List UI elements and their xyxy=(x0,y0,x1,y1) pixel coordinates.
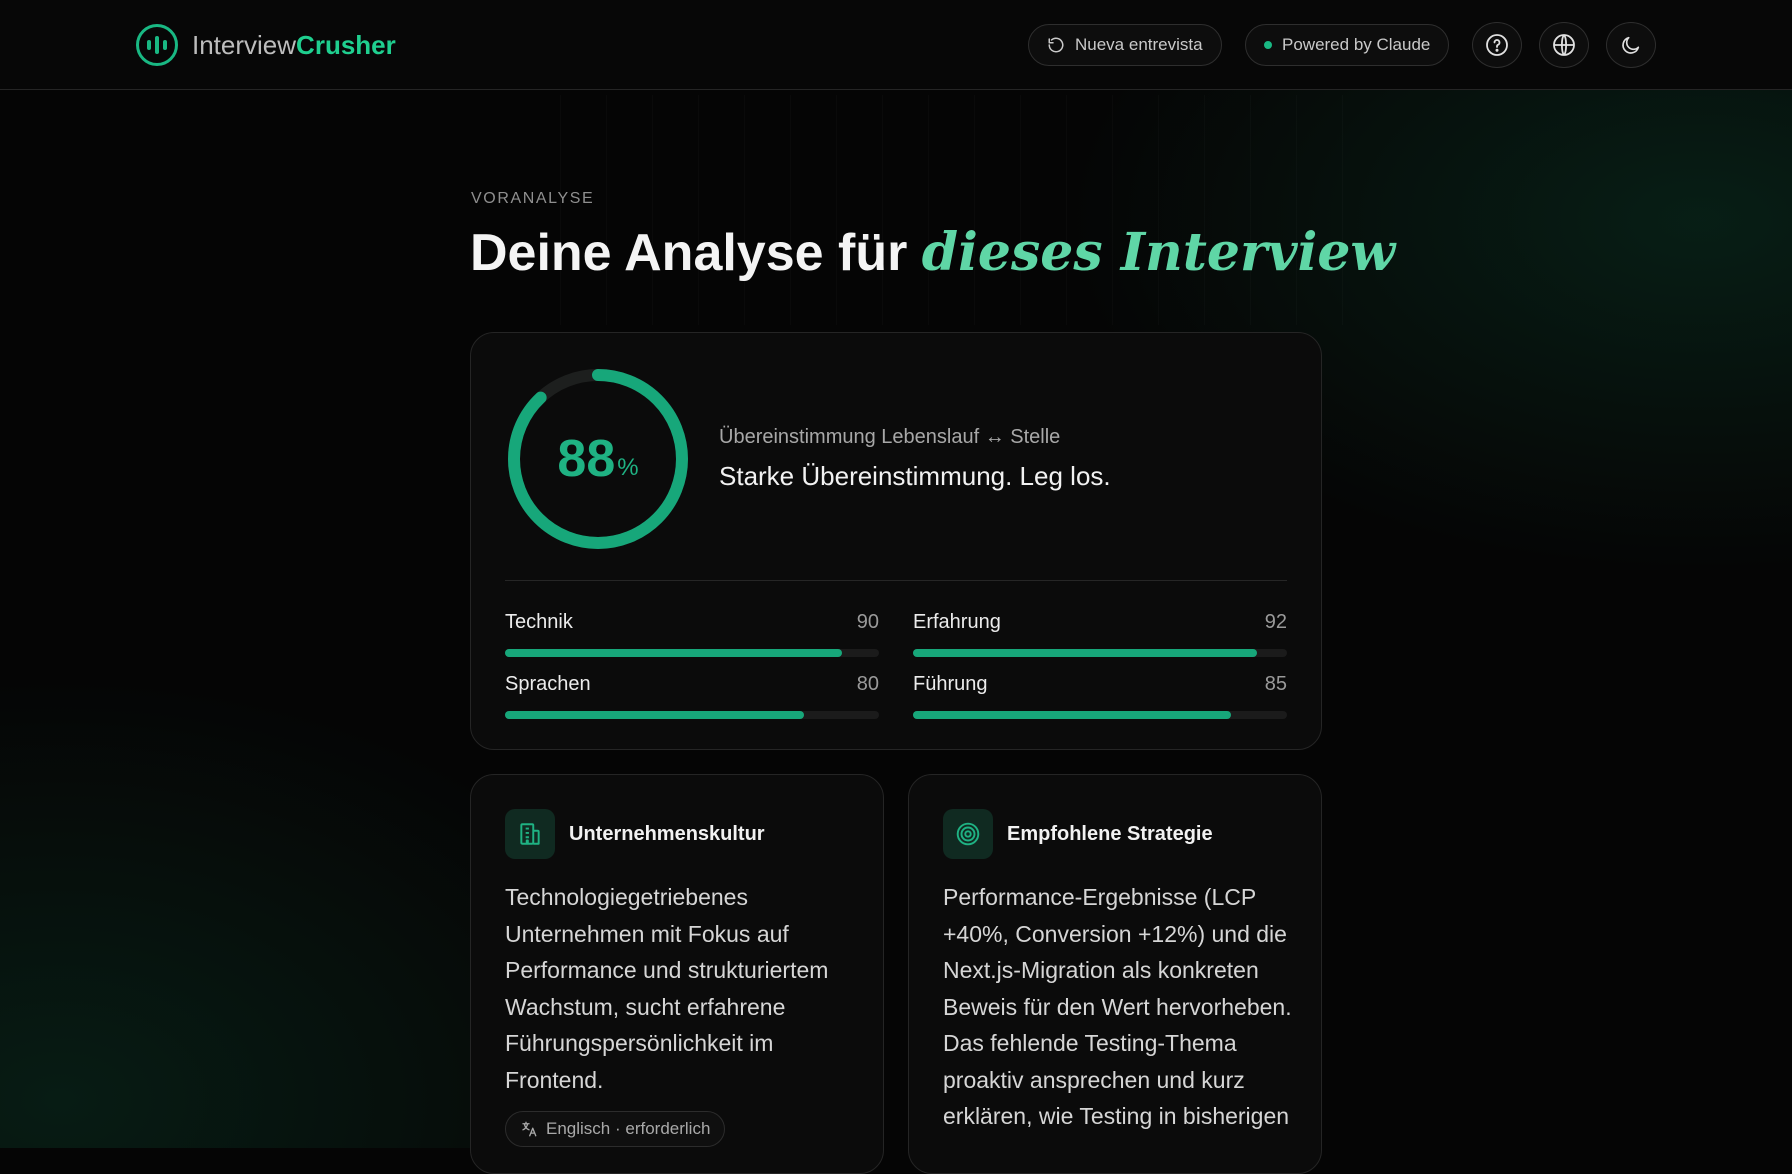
globe-icon xyxy=(1553,34,1575,56)
building-icon xyxy=(505,809,555,859)
metric-bar-fill xyxy=(913,711,1231,719)
metric-track xyxy=(505,649,879,657)
theme-toggle-button[interactable] xyxy=(1606,22,1656,68)
moon-icon xyxy=(1622,36,1640,54)
powered-by-label: Powered by Claude xyxy=(1282,35,1431,54)
brand-name: InterviewCrusher xyxy=(192,30,396,61)
new-interview-label: Nueva entrevista xyxy=(1075,35,1203,54)
language-requirement-badge: Englisch · erforderlich xyxy=(505,1111,726,1147)
powered-by-badge: Powered by Claude xyxy=(1245,24,1450,66)
metric-label: Erfahrung xyxy=(913,611,1001,633)
strategy-card-title: Empfohlene Strategie xyxy=(1007,822,1213,845)
brand-name-part1: Interview xyxy=(192,29,297,60)
metric-value: 80 xyxy=(856,673,879,695)
match-label: Übereinstimmung Lebenslauf ↔ Stelle xyxy=(719,426,1061,448)
match-score: 88% xyxy=(505,366,691,552)
page-title-accent: dieses Interview xyxy=(921,222,1396,283)
new-interview-button[interactable]: Nueva entrevista xyxy=(1028,24,1222,66)
metric-track xyxy=(913,711,1287,719)
metric-label: Technik xyxy=(505,611,573,633)
language-button[interactable] xyxy=(1539,22,1589,68)
metric-label: Führung xyxy=(913,673,988,695)
match-verdict: Starke Übereinstimmung. Leg los. xyxy=(719,461,1111,491)
match-score-value: 88 xyxy=(557,430,616,488)
culture-card: Unternehmenskultur Technologiegetriebene… xyxy=(470,774,884,1174)
match-card: 88% Übereinstimmung Lebenslauf ↔ Stelle … xyxy=(470,332,1322,750)
brand-logo[interactable]: InterviewCrusher xyxy=(136,24,396,66)
culture-card-title: Unternehmenskultur xyxy=(569,822,765,845)
metric-label: Sprachen xyxy=(505,673,591,695)
page-title-main: Deine Analyse für xyxy=(470,224,908,282)
status-dot xyxy=(1264,41,1272,49)
top-bar: InterviewCrusher Nueva entrevista Powere… xyxy=(0,0,1792,90)
metric-track xyxy=(505,711,879,719)
section-eyebrow: VORANALYSE xyxy=(471,190,595,207)
language-requirement-label: Englisch · erforderlich xyxy=(546,1119,711,1138)
culture-card-body: Technologiegetriebenes Unternehmen mit F… xyxy=(505,884,829,1093)
metric-bar-fill xyxy=(913,649,1258,657)
metric-value: 90 xyxy=(856,611,879,633)
divider xyxy=(505,580,1287,581)
translate-icon xyxy=(522,1121,537,1137)
brand-name-part2: Crusher xyxy=(296,29,396,60)
help-button[interactable] xyxy=(1472,22,1522,68)
page-title: Deine Analyse für dieses Interview xyxy=(470,222,1395,283)
metric-value: 92 xyxy=(1264,611,1287,633)
target-icon xyxy=(943,809,993,859)
metric-bar-fill xyxy=(505,649,842,657)
strategy-card-header: Empfohlene Strategie xyxy=(943,809,1213,859)
strategy-card: Empfohlene Strategie Performance-Ergebni… xyxy=(908,774,1322,1174)
help-icon xyxy=(1486,34,1508,56)
strategy-card-body: Performance-Ergebnisse (LCP +40%, Conver… xyxy=(943,884,1292,1129)
culture-card-header: Unternehmenskultur xyxy=(505,809,765,859)
metric-track xyxy=(913,649,1287,657)
metric-value: 85 xyxy=(1264,673,1287,695)
refresh-icon xyxy=(1048,37,1064,53)
audio-wave-icon xyxy=(136,24,178,66)
metric-bar-fill xyxy=(505,711,805,719)
match-score-percent: % xyxy=(617,454,639,481)
